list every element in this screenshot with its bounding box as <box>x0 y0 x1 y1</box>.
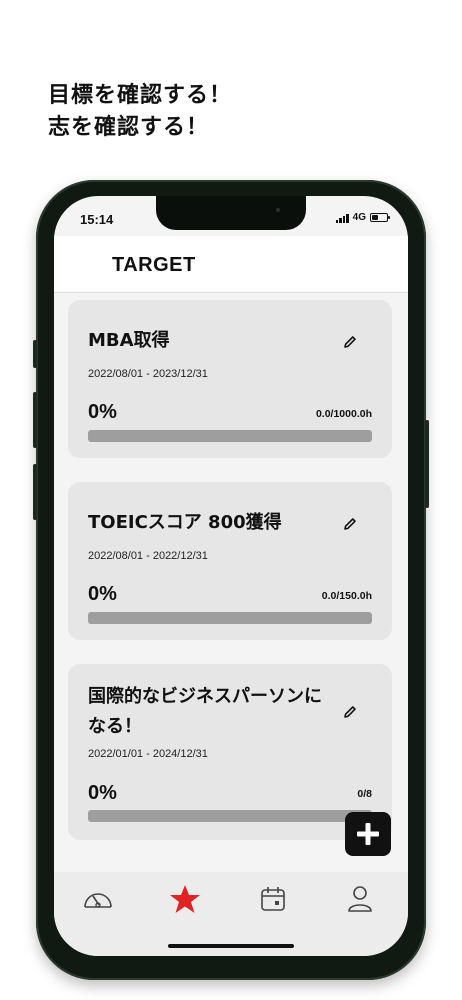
add-goal-button[interactable] <box>345 812 391 856</box>
goal-hours: 0/8 <box>357 788 372 800</box>
battery-icon <box>370 213 390 222</box>
tab-profile[interactable] <box>340 882 380 916</box>
promo-headline-line2: 志を確認する！ <box>48 115 210 140</box>
calendar-icon <box>261 887 285 911</box>
phone-volume-up <box>33 392 37 448</box>
promo-headline: 目標を確認する！ 志を確認する！ <box>48 80 232 144</box>
phone-power-button <box>425 420 429 508</box>
pencil-icon[interactable] <box>342 334 358 350</box>
goal-hours: 0.0/1000.0h <box>315 408 372 420</box>
goal-title: MBA取得 <box>88 330 170 351</box>
progress-bar <box>88 430 372 442</box>
goal-dates: 2022/08/01 - 2022/12/31 <box>88 550 208 562</box>
goal-title: TOEICスコア 800獲得 <box>88 512 282 533</box>
app-bar: TARGET <box>54 236 408 293</box>
goal-dates: 2022/08/01 - 2023/12/31 <box>88 368 208 380</box>
goal-percent: 0% <box>88 782 117 804</box>
pencil-icon[interactable] <box>342 704 358 720</box>
pencil-icon[interactable] <box>342 516 358 532</box>
gauge-icon <box>84 893 112 908</box>
home-indicator[interactable] <box>168 944 294 948</box>
goal-dates: 2022/01/01 - 2024/12/31 <box>88 748 208 760</box>
goal-card[interactable]: MBA取得 2022/08/01 - 2023/12/31 0% 0.0/100… <box>68 300 392 458</box>
front-camera-icon <box>276 208 280 212</box>
goal-percent: 0% <box>88 401 117 423</box>
progress-bar <box>88 612 372 624</box>
notch <box>156 196 306 230</box>
star-icon <box>170 885 200 913</box>
progress-bar <box>88 810 372 822</box>
goal-hours: 0.0/150.0h <box>321 590 372 602</box>
promo-headline-line1: 目標を確認する！ <box>48 83 233 108</box>
tab-calendar[interactable] <box>253 882 293 916</box>
status-time: 15:14 <box>80 212 114 227</box>
network-type: 4G <box>352 212 366 223</box>
plus-icon <box>357 823 379 845</box>
tab-dashboard[interactable] <box>78 882 118 916</box>
tab-target[interactable] <box>165 882 205 916</box>
phone-screen: 15:14 4G TARGET MBA取得 2022/08/01 - 2023/… <box>54 196 408 956</box>
signal-icon <box>335 213 349 223</box>
phone-mute-switch <box>33 340 37 368</box>
goal-card[interactable]: 国際的なビジネスパーソンになる！ 2022/01/01 - 2024/12/31… <box>68 664 392 840</box>
person-icon <box>348 886 372 912</box>
phone-volume-down <box>33 464 37 520</box>
goal-card[interactable]: TOEICスコア 800獲得 2022/08/01 - 2022/12/31 0… <box>68 482 392 640</box>
goal-title: 国際的なビジネスパーソンになる！ <box>88 686 322 737</box>
status-indicators: 4G <box>335 212 390 223</box>
goal-percent: 0% <box>88 583 117 605</box>
page-title: TARGET <box>112 254 196 276</box>
